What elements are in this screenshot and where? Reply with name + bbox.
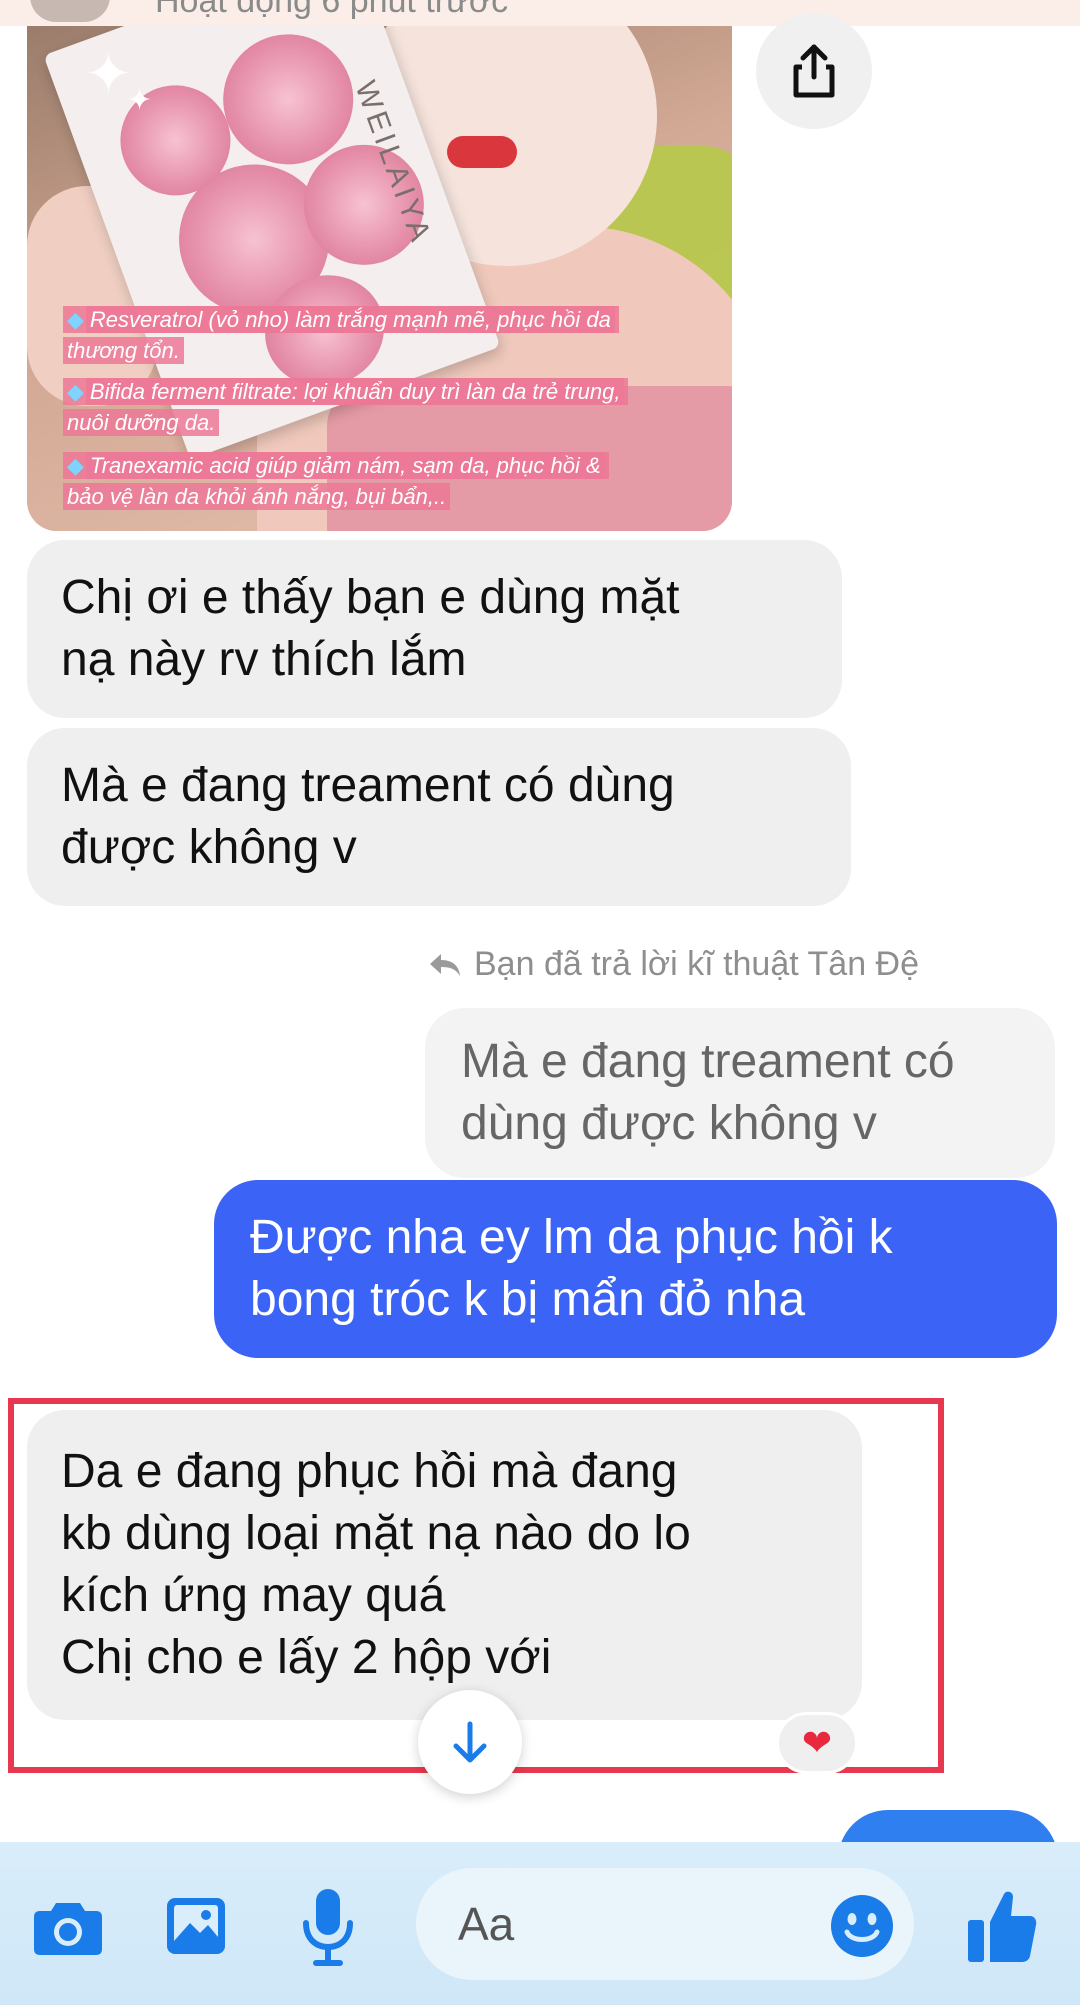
- caption-line: ◆ Tranexamic acid giúp giảm nám, sạm da, …: [63, 450, 609, 481]
- shared-photo[interactable]: WEILAIYA ✦ ✦ ◆ Resveratrol (vỏ nho) làm t…: [27, 26, 732, 531]
- scroll-down-button[interactable]: [418, 1690, 522, 1794]
- camera-button[interactable]: [26, 1888, 110, 1968]
- outgoing-message[interactable]: Được nha ey lm da phục hồi k bong tróc k…: [214, 1180, 1057, 1358]
- camera-icon: [34, 1903, 102, 1955]
- caption-line: thương tổn.: [63, 335, 184, 366]
- gallery-button[interactable]: [158, 1888, 234, 1964]
- like-button[interactable]: [962, 1884, 1042, 1968]
- reply-arrow-icon: [430, 953, 460, 976]
- microphone-icon: [303, 1889, 353, 1966]
- share-icon: [793, 44, 835, 98]
- thumbs-up-icon: [968, 1891, 1037, 1962]
- caption-line: nuôi dưỡng da.: [63, 407, 220, 438]
- heart-reaction[interactable]: ❤: [776, 1712, 858, 1774]
- sparkle-icon: ✦: [85, 42, 132, 105]
- image-icon: [167, 1898, 225, 1954]
- caption-line: bảo vệ làn da khỏi ánh nắng, bụi bẩn,..: [63, 481, 451, 512]
- caption-line: ◆ Resveratrol (vỏ nho) làm trắng mạnh mẽ,…: [63, 304, 619, 335]
- conversation-header: Hoạt động 6 phút trước: [0, 0, 1080, 26]
- sparkle-icon: ✦: [127, 84, 153, 117]
- incoming-message[interactable]: Chị ơi e thấy bạn e dùng mặt nạ này rv t…: [27, 540, 842, 718]
- arrow-down-icon: [453, 1721, 487, 1763]
- reply-note: Bạn đã trả lời kĩ thuật Tân Đệ: [428, 945, 919, 984]
- share-button[interactable]: [756, 13, 872, 129]
- message-input-placeholder: Aa: [458, 1898, 515, 1950]
- voice-button[interactable]: [296, 1884, 360, 1970]
- emoji-icon: [831, 1895, 893, 1957]
- caption-line: ◆ Bifida ferment filtrate: lợi khuẩn duy …: [63, 376, 629, 407]
- active-status: Hoạt động 6 phút trước: [155, 0, 509, 20]
- emoji-button[interactable]: [826, 1890, 898, 1962]
- avatar[interactable]: [30, 0, 110, 22]
- incoming-message[interactable]: Mà e đang treament có dùng được không v: [27, 728, 851, 906]
- quoted-message[interactable]: Mà e đang treament có dùng được không v: [425, 1008, 1055, 1178]
